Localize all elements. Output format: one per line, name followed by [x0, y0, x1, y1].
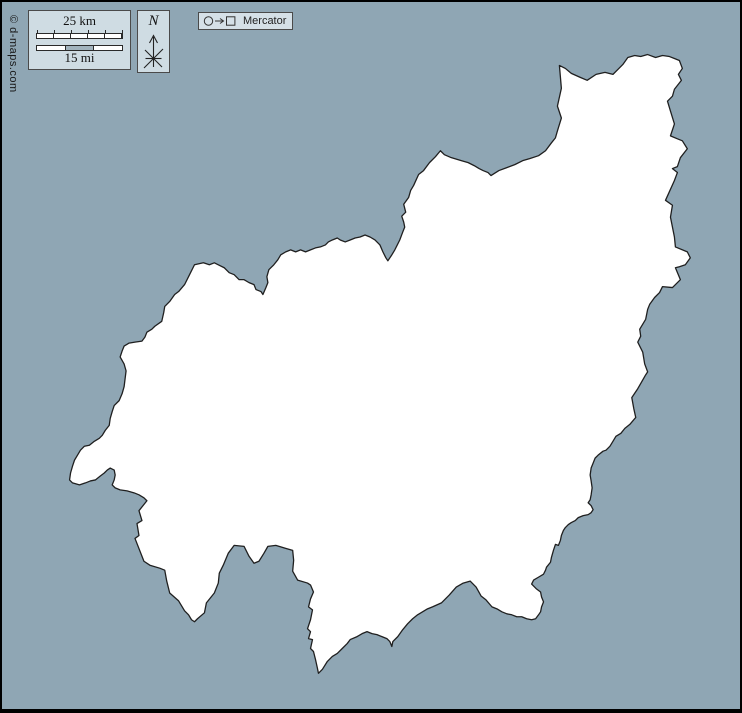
- scale-bar-cell: [71, 34, 88, 38]
- compass-box: N: [137, 10, 170, 73]
- compass-north-label: N: [138, 13, 169, 30]
- scale-bar-cell: [37, 34, 54, 38]
- square-icon: [227, 17, 235, 25]
- scale-bar-km: [36, 33, 123, 39]
- region-map-svg: [2, 2, 740, 709]
- scale-box: 25 km 15 mi: [28, 10, 131, 70]
- scale-bar-cell: [54, 34, 71, 38]
- scale-tick: [88, 30, 89, 34]
- scale-tick: [122, 30, 123, 34]
- projection-label: Mercator: [243, 16, 286, 27]
- scale-bar-cell: [88, 34, 105, 38]
- scale-mi-label: 15 mi: [29, 50, 130, 66]
- projection-badge: Mercator: [198, 12, 293, 30]
- projection-transform-icon: [203, 14, 239, 28]
- region-outline: [70, 55, 691, 674]
- scale-bar-cell: [105, 34, 122, 38]
- copyright-watermark: © d-maps.com: [7, 15, 19, 93]
- map-canvas: © d-maps.com 25 km 15 mi N Mercator: [0, 0, 742, 713]
- compass-rose-icon: [140, 30, 167, 70]
- scale-tick: [37, 30, 38, 34]
- scale-tick: [105, 30, 106, 34]
- scale-tick: [71, 30, 72, 34]
- scale-tick: [54, 30, 55, 34]
- scale-km-label: 25 km: [29, 13, 130, 29]
- circle-icon: [204, 17, 212, 25]
